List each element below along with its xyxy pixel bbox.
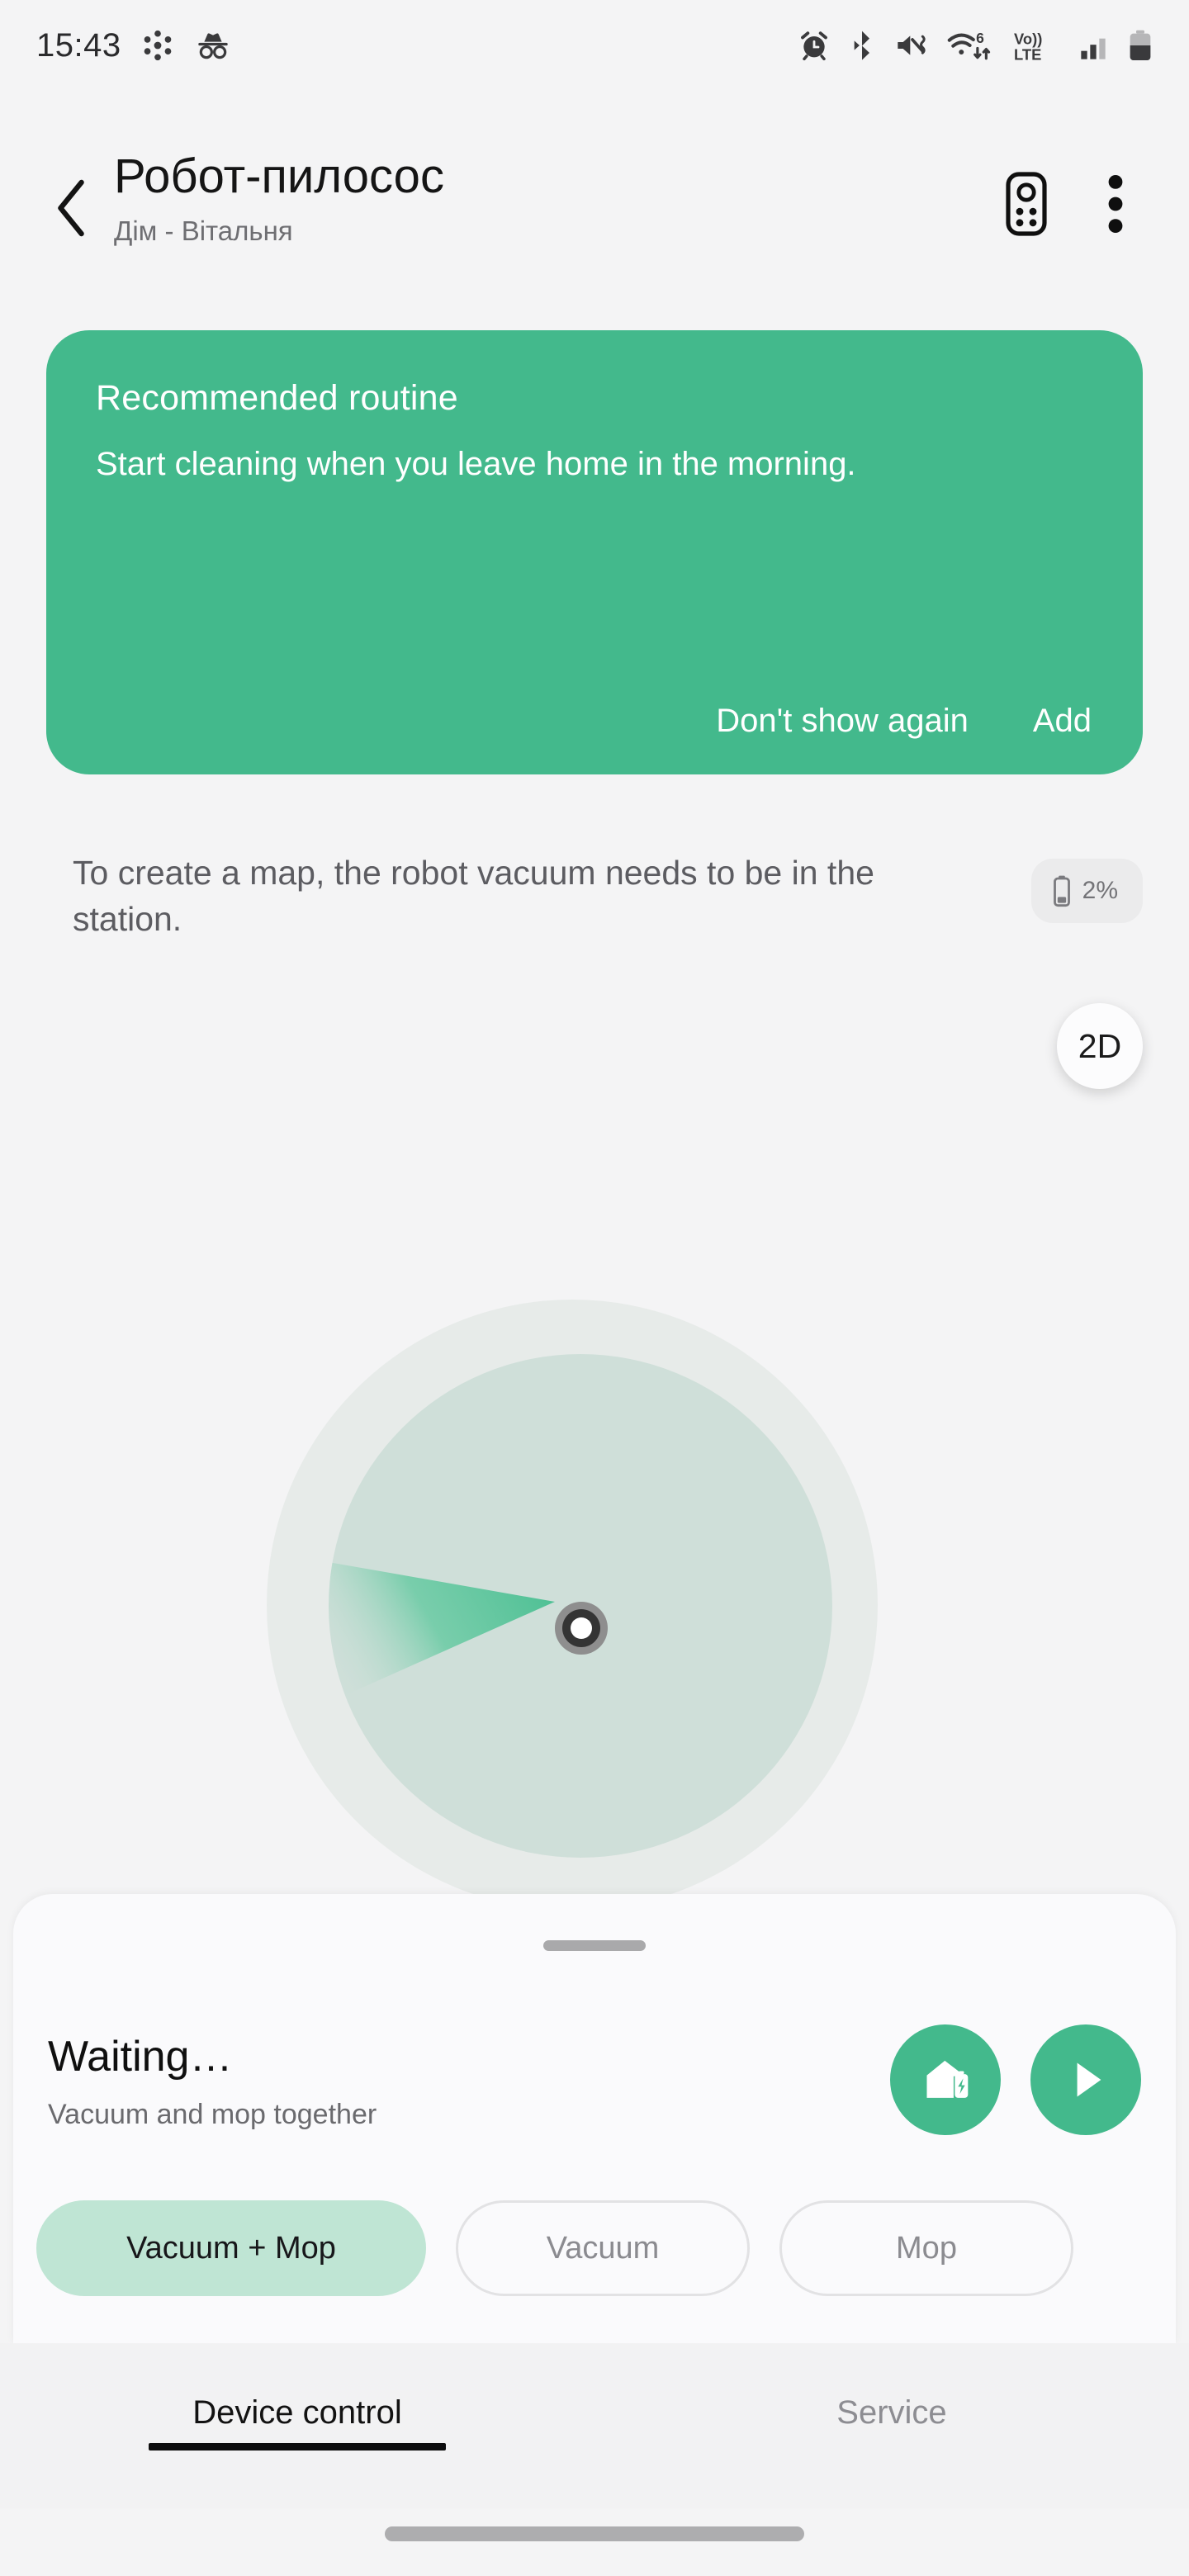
header-titles: Робот-пилосос Дім - Вітальня [107,140,989,247]
remote-control-button[interactable] [989,167,1063,241]
robot-marker-core [571,1617,592,1639]
wifi6-data-icon: 6 [947,30,991,60]
tab-device-control-label: Device control [192,2394,402,2431]
home-charge-icon [926,2060,969,2098]
status-bar-right: 6 Vo)) LTE [798,28,1153,63]
dock-charge-button[interactable] [890,2024,1001,2135]
battery-status-badge: 2% [1030,859,1143,923]
sheet-status-row: Waiting… Vacuum and mop together [48,2001,1141,2158]
page-header: Робот-пилосос Дім - Вітальня [0,140,1189,314]
mode-chip-vacuum-mop[interactable]: Vacuum + Mop [36,2200,426,2296]
recommended-routine-card[interactable]: Recommended routine Start cleaning when … [46,330,1143,774]
status-bar-left: 15:43 [36,27,232,64]
remote-control-icon [1006,172,1047,236]
chevron-left-icon [58,179,84,237]
tab-device-control[interactable]: Device control [0,2343,594,2508]
battery-vertical-icon [1053,875,1070,907]
more-vertical-icon [1108,175,1123,233]
device-status-subtitle: Vacuum and mop together [48,2099,377,2131]
app-screen: 15:43 6 Vo)) LTE Робот-пилосос Дім - Віт… [0,0,1189,2576]
tab-service[interactable]: Service [594,2343,1189,2508]
battery-icon [1130,30,1151,60]
svg-text:6: 6 [976,30,984,46]
mode-chip-mop[interactable]: Mop [779,2200,1073,2296]
signal-bars-icon [1081,38,1106,59]
bottom-tab-bar: Device control Service [0,2343,1189,2508]
volte-icon: Vo)) LTE [1014,30,1042,64]
sheet-action-buttons [890,2024,1141,2135]
cleaning-mode-chips: Vacuum + Mop Vacuum Mop [36,2200,1073,2296]
more-options-button[interactable] [1078,167,1153,241]
mute-vibrate-icon [898,35,926,55]
device-status-title: Waiting… [48,2032,233,2081]
page-title: Робот-пилосос [114,149,444,203]
alarm-icon [801,31,827,61]
status-text-block: Waiting… Vacuum and mop together [48,2029,377,2131]
dont-show-again-button[interactable]: Don't show again [716,703,969,740]
routine-card-title: Recommended routine [96,378,458,418]
map-view-mode-button[interactable]: 2D [1057,1003,1143,1089]
tab-active-underline [149,2443,446,2451]
map-view-mode-label: 2D [1078,1026,1122,1065]
bluetooth-icon [854,31,869,60]
incognito-icon [197,33,228,59]
routine-card-description: Start cleaning when you leave home in th… [96,446,856,482]
add-routine-button[interactable]: Add [1033,703,1092,740]
play-icon [1077,2062,1101,2097]
routine-card-actions: Don't show again Add [716,703,1092,740]
robot-map-area[interactable] [0,1098,1189,1899]
home-gesture-pill[interactable] [385,2526,804,2541]
map-info-text: To create a map, the robot vacuum needs … [73,854,874,938]
tab-inactive-underline [743,2443,1040,2451]
smartthings-icon [144,30,171,61]
robot-position-marker [555,1602,608,1655]
battery-percent-label: 2% [1082,877,1118,904]
tab-service-label: Service [836,2394,947,2431]
robot-marker-ring [562,1609,600,1647]
sheet-drag-handle[interactable] [543,1940,646,1951]
page-subtitle: Дім - Вітальня [114,215,293,246]
status-bar: 15:43 6 Vo)) LTE [0,0,1189,91]
back-button[interactable] [36,162,107,254]
start-cleaning-button[interactable] [1030,2024,1141,2135]
svg-text:Vo)): Vo)) [1014,30,1042,47]
header-actions [989,167,1153,241]
status-bar-clock: 15:43 [36,26,121,64]
mode-chip-vacuum[interactable]: Vacuum [456,2200,750,2296]
svg-text:LTE: LTE [1014,46,1041,64]
